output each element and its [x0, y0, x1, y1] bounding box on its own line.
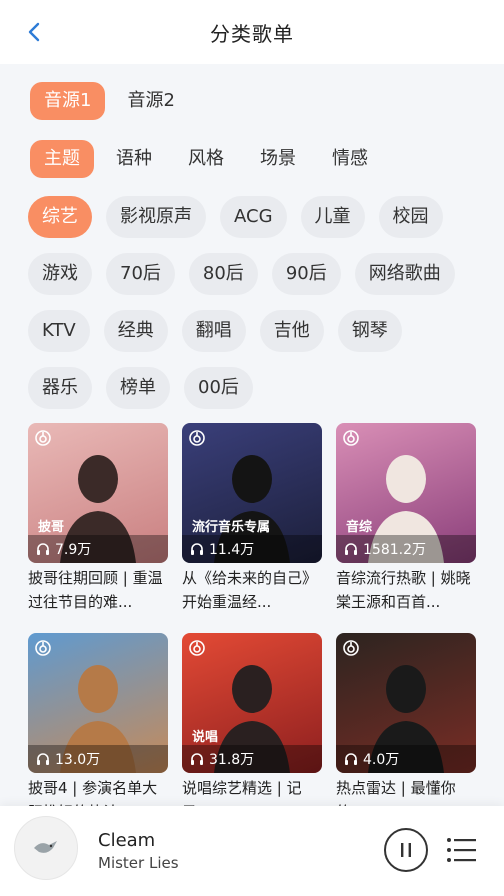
pause-button[interactable] [384, 828, 428, 872]
tab-style[interactable]: 风格 [174, 140, 238, 178]
tag-chip[interactable]: 影视原声 [106, 196, 206, 238]
headphones-icon [37, 543, 49, 555]
tab-emotion[interactable]: 情感 [318, 140, 382, 178]
tag-chip-list: 综艺 影视原声 ACG 儿童 校园 游戏 70后 80后 90后 网络歌曲 KT… [28, 196, 478, 409]
tag-chip[interactable]: 钢琴 [337, 310, 402, 352]
tag-chip[interactable]: 综艺 [28, 196, 92, 238]
music-logo-icon [343, 430, 359, 446]
playlist-card[interactable]: 说唱 31.8万 说唱综艺精选 | 记录... [182, 633, 322, 823]
playlist-card[interactable]: 流行音乐专属 11.4万 从《给未来的自己》开始重温经... [182, 423, 322, 613]
playlist-card[interactable]: 音综 1581.2万 音综流行热歌 | 姚晓棠王源和百首... [336, 423, 476, 613]
play-count: 31.8万 [209, 752, 255, 768]
tag-chip[interactable]: 70后 [106, 253, 175, 295]
music-logo-icon [189, 640, 205, 656]
playlist-cover[interactable]: 披哥 7.9万 [28, 423, 168, 563]
now-playing-artist: Mister Lies [98, 854, 179, 872]
playlist-cover-tag: 说唱 [192, 730, 219, 745]
now-playing-title: Cleam [98, 830, 156, 851]
tag-chip[interactable]: 器乐 [28, 367, 92, 409]
mini-player[interactable]: Cleam Mister Lies [0, 806, 504, 896]
playlist-cover[interactable]: 4.0万 [336, 633, 476, 773]
play-count: 7.9万 [55, 542, 92, 558]
top-bar: 分类歌单 [0, 0, 504, 64]
headphones-icon [37, 753, 49, 765]
tag-chip[interactable]: 校园 [378, 196, 443, 238]
headphones-icon [345, 543, 357, 555]
playlist-queue-button[interactable] [446, 836, 478, 864]
play-count: 13.0万 [55, 752, 101, 768]
music-logo-icon [35, 430, 51, 446]
tab-theme[interactable]: 主题 [30, 140, 94, 178]
playlist-title[interactable]: 从《给未来的自己》开始重温经... [182, 566, 322, 614]
playlist-cover-tag: 披哥 [38, 520, 65, 535]
playlist-card[interactable]: 13.0万 披哥4 | 参演名单大阳推好的势计... [28, 633, 168, 823]
headphones-icon [191, 753, 203, 765]
playlist-card[interactable]: 4.0万 热点雷达 | 最懂你的... [336, 633, 476, 823]
tag-chip[interactable]: ACG [220, 196, 287, 238]
play-count-bar: 4.0万 [336, 745, 476, 773]
play-count: 11.4万 [209, 542, 255, 558]
play-count-bar: 31.8万 [182, 745, 322, 773]
pause-icon [401, 843, 411, 857]
tag-chip[interactable]: 吉他 [259, 310, 324, 352]
source-tabs: 音源1 音源2 [30, 82, 189, 120]
list-icon [447, 838, 476, 862]
play-count: 4.0万 [363, 752, 400, 768]
music-logo-icon [189, 430, 205, 446]
play-count-bar: 7.9万 [28, 535, 168, 563]
play-count-bar: 13.0万 [28, 745, 168, 773]
page-title: 分类歌单 [210, 21, 294, 46]
playlist-cover-tag: 流行音乐专属 [192, 520, 271, 535]
play-count-bar: 1581.2万 [336, 535, 476, 563]
music-logo-icon [343, 640, 359, 656]
tag-chip[interactable]: 榜单 [106, 367, 170, 409]
playlist-card[interactable]: 披哥 7.9万 披哥往期回顾 | 重温过往节目的难... [28, 423, 168, 613]
filter-tabs: 主题 语种 风格 场景 情感 [30, 140, 382, 178]
tab-source-2[interactable]: 音源2 [113, 82, 188, 120]
tag-chip[interactable]: 经典 [103, 310, 168, 352]
playlist-cover[interactable]: 音综 1581.2万 [336, 423, 476, 563]
music-logo-icon [35, 640, 51, 656]
headphones-icon [345, 753, 357, 765]
tag-chip[interactable]: KTV [28, 310, 90, 352]
tab-scene[interactable]: 场景 [246, 140, 310, 178]
album-art[interactable] [14, 816, 78, 880]
play-count-bar: 11.4万 [182, 535, 322, 563]
tab-language[interactable]: 语种 [102, 140, 166, 178]
headphones-icon [191, 543, 203, 555]
play-count: 1581.2万 [363, 542, 426, 558]
playlist-cover[interactable]: 说唱 31.8万 [182, 633, 322, 773]
tab-source-1[interactable]: 音源1 [30, 82, 106, 120]
back-icon[interactable] [22, 20, 46, 44]
playlist-cover[interactable]: 13.0万 [28, 633, 168, 773]
playlist-cover[interactable]: 流行音乐专属 11.4万 [182, 423, 322, 563]
tag-chip[interactable]: 游戏 [28, 253, 92, 295]
bird-illustration-icon [34, 841, 57, 853]
tag-chip[interactable]: 网络歌曲 [354, 253, 455, 295]
tag-chip[interactable]: 儿童 [300, 196, 365, 238]
tag-chip[interactable]: 00后 [184, 367, 253, 409]
playlist-title[interactable]: 披哥往期回顾 | 重温过往节目的难... [28, 566, 168, 614]
playlist-title[interactable]: 音综流行热歌 | 姚晓棠王源和百首... [336, 566, 476, 614]
tag-chip[interactable]: 翻唱 [181, 310, 246, 352]
tag-chip[interactable]: 80后 [188, 253, 258, 295]
tag-chip[interactable]: 90后 [271, 253, 341, 295]
playlist-cover-tag: 音综 [346, 520, 373, 535]
playlist-grid: 披哥 7.9万 披哥往期回顾 | 重温过往节目的难... 流行音乐专属 11.4… [28, 423, 478, 823]
